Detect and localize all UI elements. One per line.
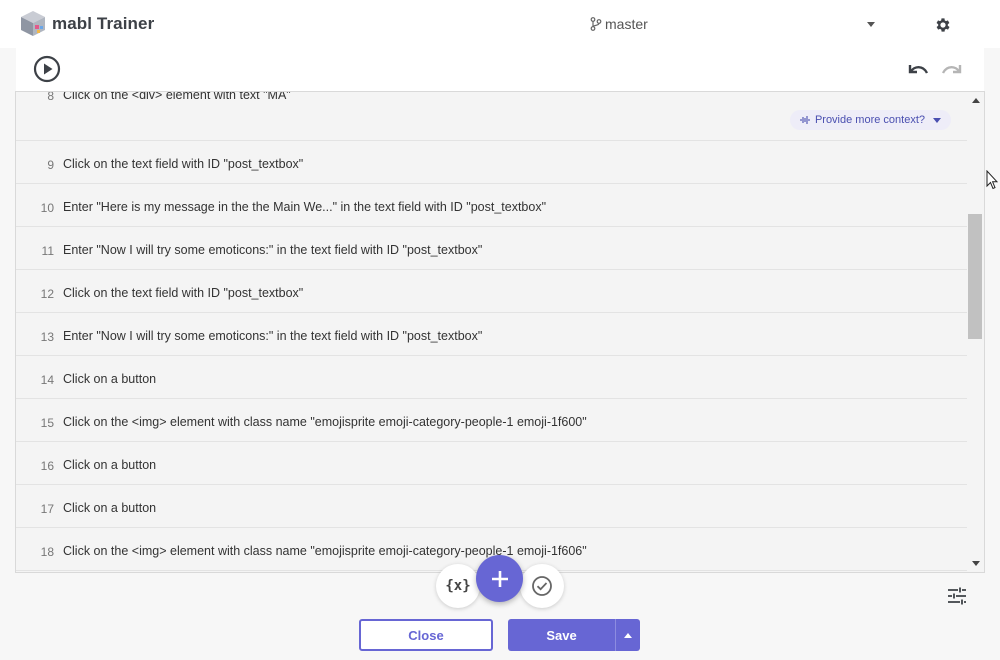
- variables-button[interactable]: {x}: [436, 564, 480, 608]
- step-description: Click on a button: [63, 372, 157, 386]
- scroll-up-arrow-icon[interactable]: [972, 98, 980, 103]
- tune-icon[interactable]: [946, 585, 968, 607]
- branch-name: master: [605, 16, 648, 32]
- scroll-down-arrow-icon[interactable]: [972, 561, 980, 566]
- step-number: 12: [40, 287, 54, 301]
- provide-context-label: Provide more context?: [814, 114, 925, 126]
- step-description: Click on the <img> element with class na…: [63, 415, 587, 429]
- close-label: Close: [408, 627, 444, 643]
- add-step-button[interactable]: [476, 555, 523, 602]
- step-description: Enter "Now I will try some emoticons:" i…: [63, 243, 483, 257]
- play-icon[interactable]: [33, 55, 61, 83]
- save-label: Save: [546, 627, 577, 643]
- branch-icon: [590, 17, 602, 31]
- save-button[interactable]: Save: [508, 619, 615, 651]
- save-options-button[interactable]: [615, 619, 640, 651]
- step-number: 10: [40, 201, 54, 215]
- assertion-button[interactable]: [520, 564, 564, 608]
- step-row[interactable]: 15 Click on the <img> element with class…: [16, 399, 967, 442]
- check-circle-icon: [532, 576, 552, 596]
- gear-icon[interactable]: [934, 16, 952, 34]
- steps-list: 8 Click on the <div> element with text "…: [16, 92, 967, 571]
- step-number: 9: [47, 158, 54, 172]
- plus-icon: [491, 570, 508, 587]
- close-button[interactable]: Close: [359, 619, 493, 651]
- step-description: Click on a button: [63, 458, 157, 472]
- top-bar: mabl Trainer master: [0, 0, 1000, 48]
- step-number: 16: [40, 459, 54, 473]
- variables-label: {x}: [445, 578, 471, 594]
- steps-scrollbar[interactable]: [967, 92, 984, 572]
- step-row[interactable]: 9 Click on the text field with ID "post_…: [16, 141, 967, 184]
- step-row[interactable]: 13 Enter "Now I will try some emoticons:…: [16, 313, 967, 356]
- step-row[interactable]: 8 Click on the <div> element with text "…: [16, 92, 967, 141]
- logo-icon: [21, 11, 45, 36]
- toolbar: [16, 48, 984, 92]
- step-row[interactable]: 10 Enter "Here is my message in the the …: [16, 184, 967, 227]
- step-number: 17: [40, 502, 54, 516]
- chevron-down-icon[interactable]: [867, 22, 875, 27]
- cursor-icon: [986, 170, 998, 190]
- step-number: 18: [40, 545, 54, 559]
- step-description: Enter "Here is my message in the the Mai…: [63, 200, 547, 214]
- branch-selector[interactable]: master: [590, 16, 648, 32]
- step-description: Click on a button: [63, 501, 157, 515]
- step-number: 8: [47, 91, 54, 103]
- step-description: Enter "Now I will try some emoticons:" i…: [63, 329, 483, 343]
- waveform-icon: [800, 116, 810, 124]
- step-description: Click on the <div> element with text "MA…: [63, 91, 291, 102]
- redo-icon[interactable]: [940, 60, 964, 80]
- step-description: Click on the text field with ID "post_te…: [63, 286, 304, 300]
- app-title: mabl Trainer: [52, 14, 155, 33]
- scroll-thumb[interactable]: [968, 214, 982, 339]
- step-number: 13: [40, 330, 54, 344]
- step-number: 11: [41, 244, 54, 258]
- step-row[interactable]: 11 Enter "Now I will try some emoticons:…: [16, 227, 967, 270]
- step-row[interactable]: 16 Click on a button: [16, 442, 967, 485]
- chevron-up-icon: [624, 632, 632, 638]
- steps-panel: 8 Click on the <div> element with text "…: [15, 91, 985, 573]
- undo-icon[interactable]: [906, 60, 930, 80]
- step-number: 14: [40, 373, 54, 387]
- provide-context-button[interactable]: Provide more context?: [789, 110, 951, 130]
- chevron-down-icon: [933, 117, 941, 123]
- step-row[interactable]: 12 Click on the text field with ID "post…: [16, 270, 967, 313]
- trainer-window: mabl Trainer master 8 Click on the <div>…: [0, 0, 1000, 660]
- step-number: 15: [40, 416, 54, 430]
- step-row[interactable]: 14 Click on a button: [16, 356, 967, 399]
- step-row[interactable]: 17 Click on a button: [16, 485, 967, 528]
- step-description: Click on the text field with ID "post_te…: [63, 157, 304, 171]
